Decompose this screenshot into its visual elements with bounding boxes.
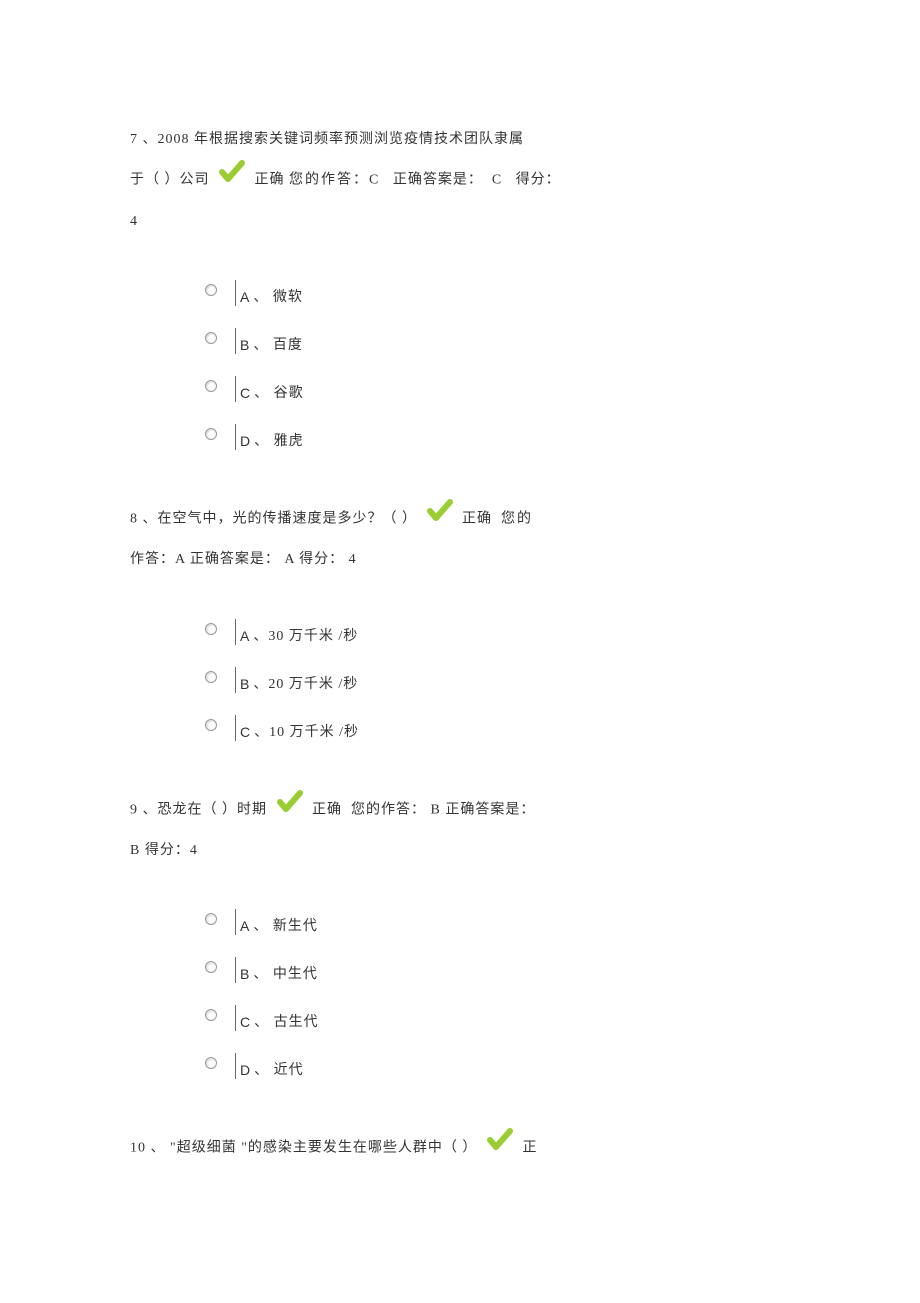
separator [235, 280, 236, 306]
option-a[interactable]: A 、 新生代 [205, 895, 800, 943]
q-number: 8 [130, 511, 138, 526]
q-number: 9 [130, 802, 138, 817]
separator [235, 328, 236, 354]
separator [235, 424, 236, 450]
question-text: 9 、恐龙在（ ）时期 正确 您的作答： B 正确答案是： B 得分：4 [130, 789, 800, 871]
separator [235, 1005, 236, 1031]
separator [235, 715, 236, 741]
radio-icon[interactable] [205, 719, 217, 731]
question-9: 9 、恐龙在（ ）时期 正确 您的作答： B 正确答案是： B 得分：4 A 、… [130, 789, 800, 1088]
radio-icon[interactable] [205, 1057, 217, 1069]
question-8: 8 、在空气中，光的传播速度是多少？（ ） 正确 您的 作答：A 正确答案是： … [130, 498, 800, 749]
separator [235, 667, 236, 693]
radio-icon[interactable] [205, 961, 217, 973]
separator [235, 957, 236, 983]
question-text: 7 、2008 年根据搜索关键词频率预测浏览疫情技术团队隶属 于（ ）公司 正确… [130, 120, 800, 241]
radio-icon[interactable] [205, 623, 217, 635]
checkmark-icon [486, 1127, 514, 1169]
option-d[interactable]: D 、 雅虎 [205, 410, 800, 458]
checkmark-icon [276, 789, 304, 831]
checkmark-icon [426, 498, 454, 540]
radio-icon[interactable] [205, 380, 217, 392]
separator [235, 619, 236, 645]
question-7: 7 、2008 年根据搜索关键词频率预测浏览疫情技术团队隶属 于（ ）公司 正确… [130, 120, 800, 458]
radio-icon[interactable] [205, 332, 217, 344]
question-10: 10 、 "超级细菌 "的感染主要发生在哪些人群中（ ） 正 [130, 1127, 800, 1169]
option-a[interactable]: A 、 微软 [205, 266, 800, 314]
option-c[interactable]: C 、 古生代 [205, 991, 800, 1039]
radio-icon[interactable] [205, 428, 217, 440]
q-number: 10 [130, 1141, 146, 1156]
question-text: 8 、在空气中，光的传播速度是多少？（ ） 正确 您的 作答：A 正确答案是： … [130, 498, 800, 580]
option-c[interactable]: C 、10 万千米 /秒 [205, 701, 800, 749]
q-number: 7 、2008 [130, 132, 190, 147]
radio-icon[interactable] [205, 1009, 217, 1021]
question-text: 10 、 "超级细菌 "的感染主要发生在哪些人群中（ ） 正 [130, 1127, 800, 1169]
options-list: A 、 新生代 B 、 中生代 C 、 古生代 D 、 近代 [130, 895, 800, 1087]
radio-icon[interactable] [205, 913, 217, 925]
option-b[interactable]: B 、 百度 [205, 314, 800, 362]
option-b[interactable]: B 、20 万千米 /秒 [205, 653, 800, 701]
option-c[interactable]: C 、 谷歌 [205, 362, 800, 410]
radio-icon[interactable] [205, 284, 217, 296]
radio-icon[interactable] [205, 671, 217, 683]
separator [235, 376, 236, 402]
separator [235, 909, 236, 935]
option-a[interactable]: A 、30 万千米 /秒 [205, 605, 800, 653]
checkmark-icon [218, 159, 246, 201]
options-list: A 、 微软 B 、 百度 C 、 谷歌 D 、 雅虎 [130, 266, 800, 458]
options-list: A 、30 万千米 /秒 B 、20 万千米 /秒 C 、10 万千米 /秒 [130, 605, 800, 749]
option-b[interactable]: B 、 中生代 [205, 943, 800, 991]
separator [235, 1053, 236, 1079]
option-d[interactable]: D 、 近代 [205, 1039, 800, 1087]
